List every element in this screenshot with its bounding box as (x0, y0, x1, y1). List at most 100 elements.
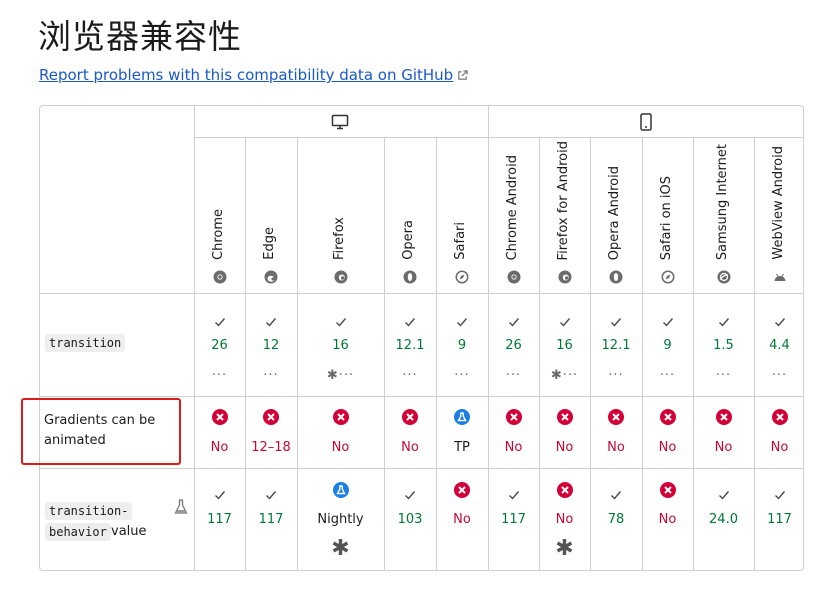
compat-table: Chrome Edge Firefox Opera Safari Chrome Andro… (39, 105, 804, 571)
version-label[interactable]: 9 (458, 338, 466, 353)
version-label[interactable]: No (715, 440, 733, 455)
version-label[interactable]: Nightly (317, 512, 363, 527)
version-label[interactable]: No (556, 512, 574, 527)
unsupported-icon (505, 409, 522, 429)
check-icon (214, 485, 226, 504)
version-label[interactable]: No (659, 440, 677, 455)
opera-icon (609, 269, 623, 288)
version-label[interactable]: No (556, 440, 574, 455)
external-link-icon (458, 70, 468, 80)
android-icon (773, 269, 787, 288)
version-label[interactable]: 12.1 (396, 338, 425, 353)
unsupported-icon (402, 409, 418, 429)
version-label[interactable]: 117 (767, 512, 792, 527)
version-label[interactable]: 26 (505, 338, 522, 353)
feature-name-transition-behavior[interactable]: behavior (45, 523, 111, 541)
version-label[interactable]: 9 (663, 338, 671, 353)
version-label[interactable]: No (332, 440, 350, 455)
browser-name-label: Safari (453, 222, 468, 260)
grid-vline (436, 138, 437, 570)
check-icon (265, 312, 277, 331)
grid-hline (40, 468, 803, 469)
more-info-toggle[interactable]: ··· (506, 368, 521, 383)
version-label[interactable]: No (659, 512, 677, 527)
more-info-toggle[interactable]: ··· (212, 368, 227, 383)
feature-name-transition[interactable]: transition (45, 334, 126, 352)
version-label[interactable]: 16 (332, 338, 349, 353)
safari-icon (661, 269, 675, 288)
page-title: 浏览器兼容性 (38, 17, 242, 56)
note-asterisk-icon[interactable]: ✱ (331, 538, 349, 560)
unsupported-icon (715, 409, 732, 429)
report-problems-link[interactable]: Report problems with this compatibility … (39, 66, 468, 84)
check-icon (610, 485, 622, 504)
browser-name-label: WebView Android (770, 146, 786, 260)
version-label[interactable]: No (401, 440, 419, 455)
firefox-icon (558, 269, 572, 288)
samsung-icon (717, 269, 731, 288)
version-label[interactable]: 117 (207, 512, 232, 527)
unsupported-icon (771, 409, 788, 429)
grid-vline (590, 138, 591, 570)
unsupported-icon (608, 409, 624, 429)
note-asterisk-icon[interactable]: ✱ (555, 538, 573, 560)
mobile-icon (639, 113, 653, 135)
check-icon (718, 312, 730, 331)
version-label[interactable]: 26 (211, 338, 228, 353)
version-label[interactable]: 117 (259, 512, 284, 527)
more-info-toggle[interactable]: ··· (716, 368, 731, 383)
version-label[interactable]: 12.1 (602, 338, 631, 353)
browser-name-label: Chrome Android (504, 154, 520, 260)
feature-name-transition-behavior[interactable]: transition- (45, 502, 133, 520)
version-label[interactable]: 78 (608, 512, 625, 527)
grid-vline (539, 138, 540, 570)
version-label[interactable]: TP (454, 440, 470, 455)
more-info-toggle[interactable]: ··· (454, 368, 469, 383)
version-label[interactable]: 103 (398, 512, 423, 527)
check-icon (404, 312, 416, 331)
version-label[interactable]: 117 (501, 512, 526, 527)
version-label[interactable]: No (211, 440, 229, 455)
more-info-toggle[interactable]: ··· (608, 368, 623, 383)
check-icon (559, 312, 571, 331)
version-label[interactable]: No (607, 440, 625, 455)
more-info-toggle[interactable]: ··· (263, 368, 278, 383)
more-info-toggle[interactable]: ··· (772, 368, 787, 383)
more-info-toggle[interactable]: ··· (402, 368, 417, 383)
firefox-icon (334, 269, 348, 288)
more-info-toggle[interactable]: ··· (660, 368, 675, 383)
unsupported-icon (263, 409, 279, 429)
unsupported-icon (211, 409, 228, 429)
browser-name-label: Chrome (210, 209, 226, 260)
preview-icon (332, 482, 349, 502)
version-label[interactable]: 24.0 (709, 512, 738, 527)
grid-vline (297, 138, 298, 570)
more-info-toggle[interactable]: ✱··· (327, 368, 354, 383)
check-icon (508, 312, 520, 331)
check-icon (718, 485, 730, 504)
grid-vline (384, 138, 385, 570)
check-icon (404, 485, 416, 504)
grid-vline (754, 138, 755, 570)
grid-hline (194, 137, 803, 138)
version-label[interactable]: 16 (556, 338, 573, 353)
browser-name-label: Samsung Internet (714, 143, 730, 260)
grid-hline (40, 396, 803, 397)
grid-hline (40, 293, 803, 294)
preview-icon (454, 409, 470, 429)
version-label[interactable]: 4.4 (769, 338, 790, 353)
check-icon (214, 312, 226, 331)
desktop-icon (331, 114, 349, 134)
version-label[interactable]: 1.5 (713, 338, 734, 353)
version-label[interactable]: No (453, 512, 471, 527)
more-info-toggle[interactable]: ✱··· (551, 368, 578, 383)
safari-icon (455, 269, 469, 288)
version-label[interactable]: 12 (263, 338, 280, 353)
browser-name-label: Opera (401, 220, 416, 260)
version-label[interactable]: 12–18 (251, 440, 291, 455)
version-label[interactable]: No (505, 440, 523, 455)
browser-name-label: Opera Android (607, 165, 622, 260)
edge-icon (264, 269, 278, 288)
grid-vline (488, 106, 489, 570)
version-label[interactable]: No (771, 440, 789, 455)
